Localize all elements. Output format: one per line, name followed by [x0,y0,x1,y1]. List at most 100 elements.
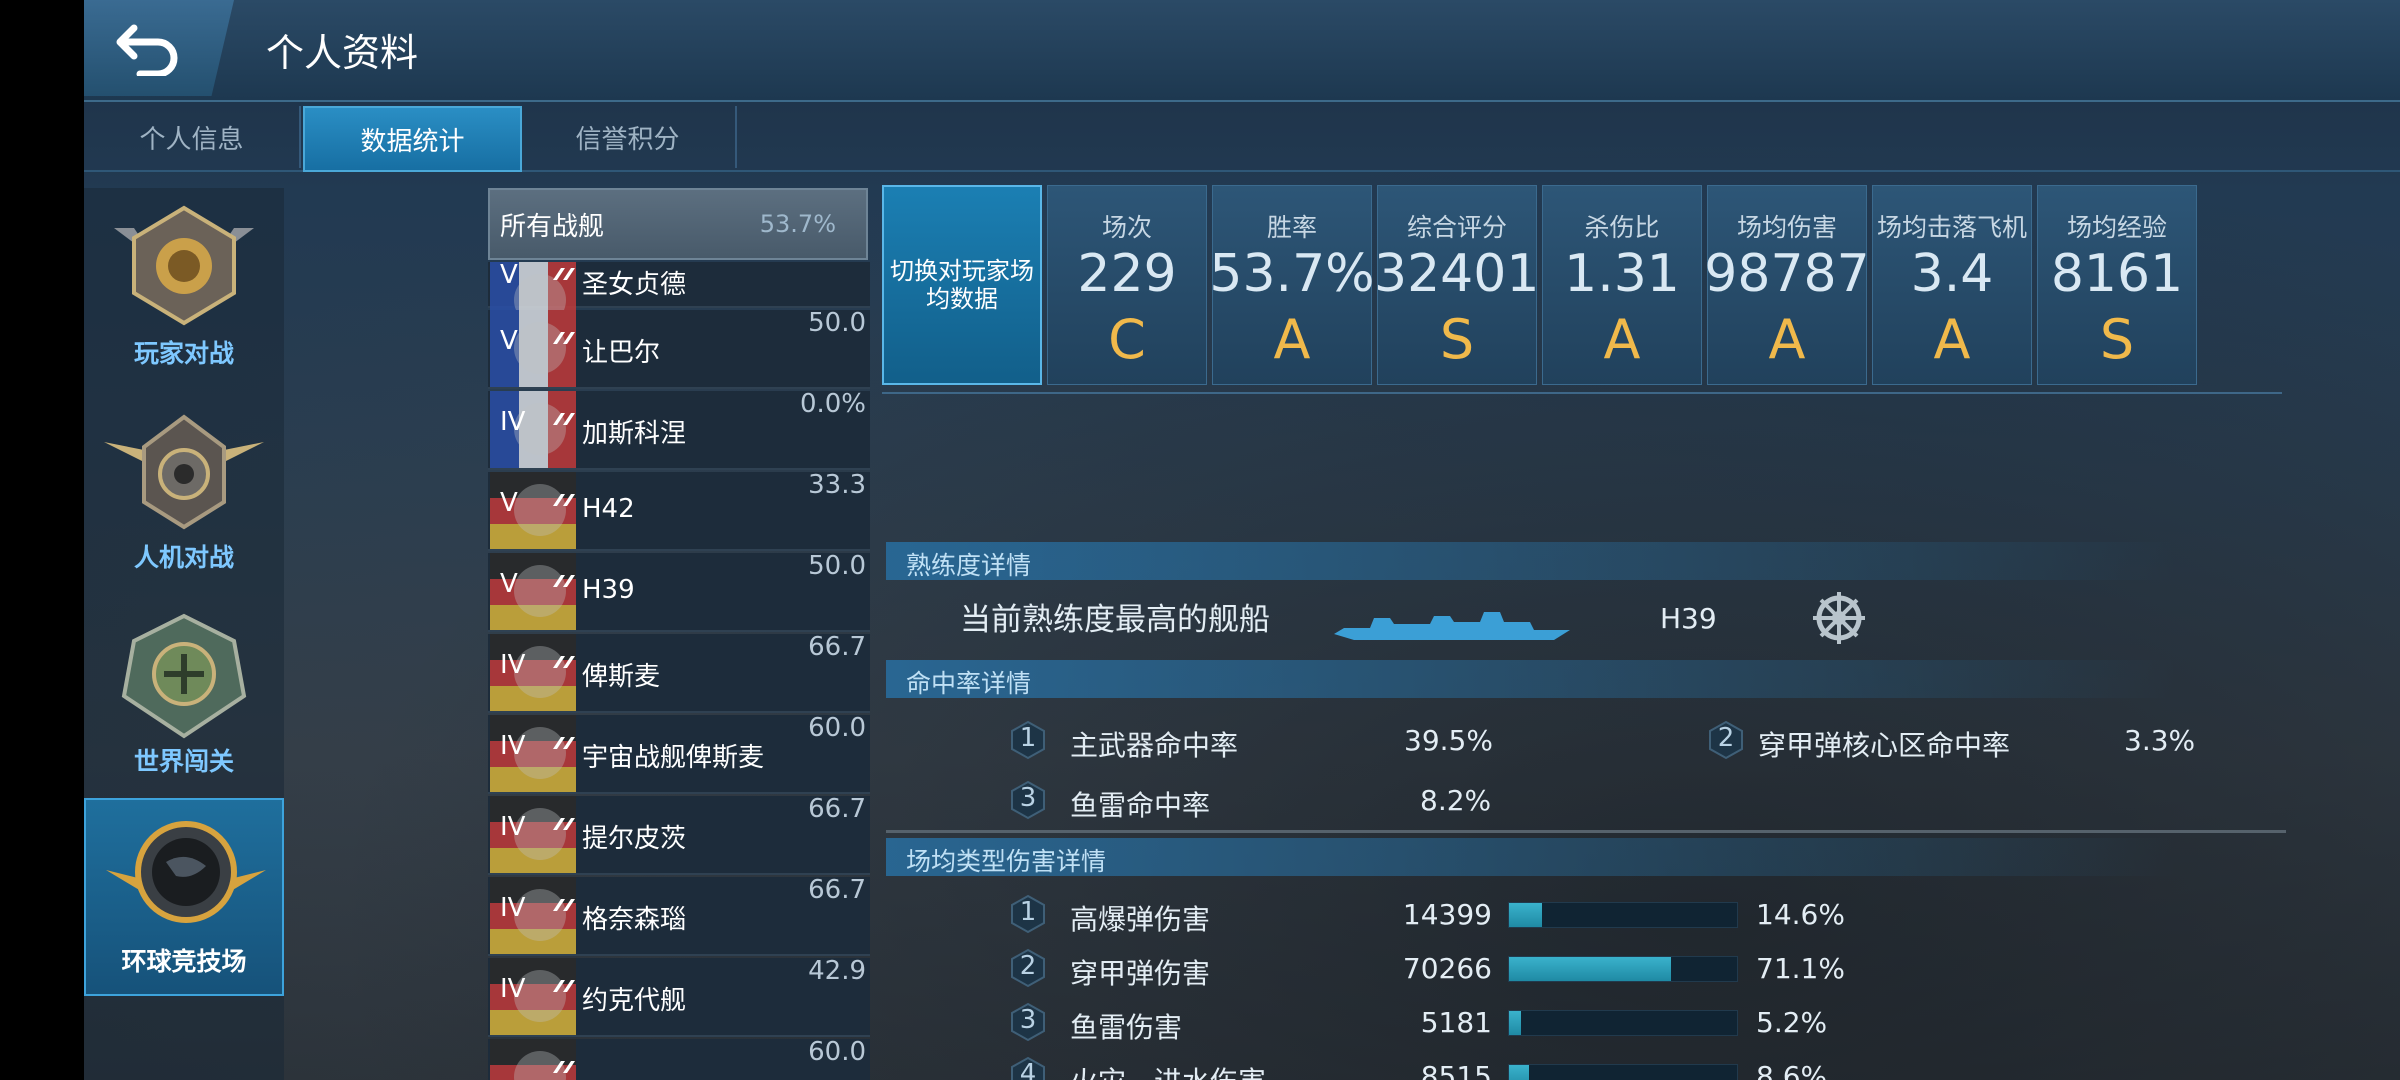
hit-rate-label: 穿甲弹核心区命中率 [1758,729,2011,762]
damage-share-bar-fill [1509,957,1672,981]
badge-number: 3 [1019,783,1037,813]
back-arrow-icon [116,24,178,76]
ship-win-rate: 66.7 [808,794,866,824]
stat-label: 场均伤害 [1736,213,1837,242]
stat-grade: A [1603,308,1641,371]
mode-label: 世界闯关 [133,747,234,776]
ship-list-item[interactable]: V 圣女贞德 [488,260,870,339]
damage-percent: 8.6% [1756,1060,1828,1080]
badge-number: 3 [1019,1005,1037,1035]
ship-name: 俾斯麦 [582,662,661,692]
ship-class-icon [553,268,575,280]
mode-pvp[interactable]: 玩家对战 [84,188,284,386]
hit-rate-value: 39.5% [1404,724,1493,757]
ship-list-item[interactable]: 60.0 [488,1037,870,1080]
ship-tier: IV [500,407,526,437]
stat-cell: 场次 229 C [1047,185,1207,385]
damage-label: 穿甲弹伤害 [1070,957,1211,990]
ship-list-item[interactable]: IV 俾斯麦 66.7 [488,632,870,713]
damage-percent: 5.2% [1756,1006,1828,1039]
stat-value: 3.4 [1910,244,1994,304]
hit-rate-value: 3.3% [2124,724,2196,757]
damage-label: 火灾、进水伤害 [1070,1060,1266,1080]
damage-value: 8515 [1420,1060,1492,1080]
stat-label: 场均经验 [2066,213,2167,242]
tab-reputation[interactable]: 信誉积分 [520,106,737,168]
tab-data-stats[interactable]: 数据统计 [303,106,522,172]
hit-rate-section-header: 命中率详情 [886,660,2176,698]
damage-percent: 71.1% [1756,952,1845,985]
stat-cell: 场均伤害 98787 A [1704,185,1870,385]
stat-value: 53.7% [1209,244,1375,304]
ship-class-icon [553,899,575,911]
ship-name: 宇宙战舰俾斯麦 [582,743,765,773]
stat-value: 1.31 [1564,244,1680,304]
damage-section-header: 场均类型伤害详情 [886,838,2176,876]
ship-name: 提尔皮茨 [582,824,687,854]
stat-grade: C [1108,308,1146,371]
pvp-emblem-icon [114,205,254,326]
ship-tier: V [500,488,518,518]
ship-tier: V [500,326,518,356]
ship-list-item[interactable]: V 让巴尔 50.0 [488,308,870,389]
ship-win-rate: 66.7 [808,875,866,905]
divider [882,392,2282,394]
ship-win-rate: 66.7 [808,632,866,662]
ship-tier: IV [500,731,526,761]
ship-list-item[interactable]: IV 约克代舰 42.9 [488,956,870,1037]
tab-personal-info[interactable]: 个人信息 [84,106,301,168]
proficiency-ship-name: H39 [1660,602,1717,635]
divider [886,830,2286,833]
damage-label: 高爆弹伤害 [1070,903,1211,936]
ship-list-item[interactable]: IV 宇宙战舰俾斯麦 60.0 [488,713,870,794]
proficiency-section-header: 熟练度详情 [886,542,2176,580]
ship-tier: V [500,569,518,599]
ship-name: 约克代舰 [582,986,687,1016]
ship-class-icon [553,980,575,992]
stat-label: 胜率 [1266,213,1317,242]
helm-icon[interactable] [1809,588,1869,648]
ship-tier: V [500,260,518,290]
all-ships-item[interactable]: 所有战舰 53.7% [488,188,868,260]
damage-value: 14399 [1402,898,1492,931]
ship-list-item[interactable]: IV 格奈森瑙 66.7 [488,875,870,956]
back-button[interactable] [84,0,234,96]
ship-list-item[interactable]: V H39 50.0 [488,551,870,632]
number-badge: 2 [1008,948,1048,988]
stat-cell: 场均击落飞机 3.4 A [1872,185,2032,385]
badge-number: 2 [1717,723,1735,753]
damage-value: 70266 [1402,952,1492,985]
ship-tier: IV [500,812,526,842]
damage-share-bar [1508,956,1738,982]
stat-grade: A [1273,308,1311,371]
mode-global-arena[interactable]: 环球竞技场 [84,798,284,996]
ship-win-rate: 42.9 [808,956,866,986]
stat-cell: 场均经验 8161 S [2037,185,2197,385]
number-badge: 1 [1008,720,1048,760]
ship-list-item[interactable]: IV 提尔皮茨 66.7 [488,794,870,875]
mode-label: 玩家对战 [133,339,234,368]
ship-class-icon [553,494,575,506]
mode-pve[interactable]: 人机对战 [84,392,284,590]
mode-world-challenge[interactable]: 世界闯关 [84,596,284,794]
page-title: 个人资料 [266,31,419,75]
ship-list-item[interactable]: IV 加斯科涅 0.0% [488,389,870,470]
ship-win-rate: 0.0% [799,389,866,419]
stat-value: 324016 [1374,244,1573,304]
damage-percent: 14.6% [1756,898,1845,931]
number-badge: 3 [1008,1002,1048,1042]
switch-average-button[interactable]: 切换对玩家场均数据 [882,185,1042,385]
ship-list-item[interactable]: V H42 33.3 [488,470,870,551]
mode-label: 环球竞技场 [121,947,247,976]
damage-share-bar-fill [1509,1011,1521,1035]
ship-win-rate: 50.0 [808,308,866,338]
arena-emblem-icon [106,821,266,923]
ship-name: H42 [582,494,635,524]
mode-sidebar: 玩家对战 人机对战 世界闯关 环球竞技场 [84,188,284,1080]
stat-value: 98787 [1704,244,1870,304]
stat-value: 8161 [2050,244,2184,304]
ship-name: 格奈森瑙 [582,905,687,935]
stat-cell: 胜率 53.7% A [1209,185,1375,385]
stat-grade: S [1439,308,1475,371]
damage-label: 鱼雷伤害 [1070,1011,1183,1044]
